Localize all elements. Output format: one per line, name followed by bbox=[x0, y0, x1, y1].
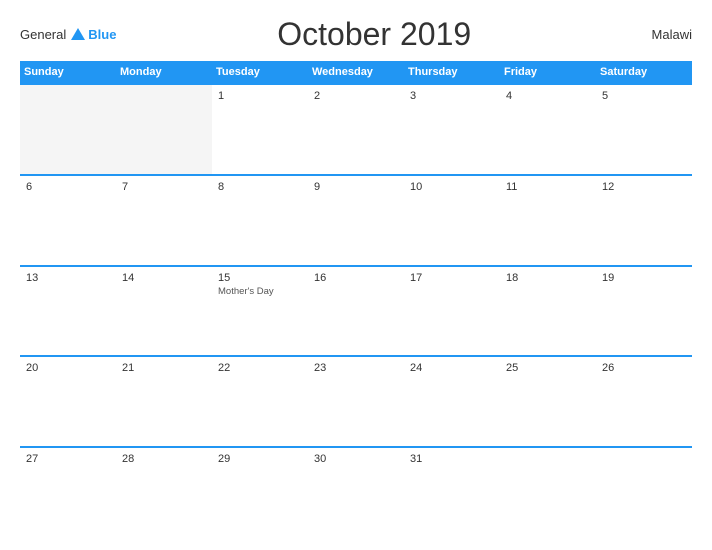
day-number: 15 bbox=[218, 272, 302, 284]
day-number: 22 bbox=[218, 362, 302, 374]
calendar-title: October 2019 bbox=[116, 16, 632, 53]
country-label: Malawi bbox=[632, 27, 692, 42]
header-saturday: Saturday bbox=[596, 61, 692, 84]
logo: General Blue bbox=[20, 27, 116, 42]
day-number: 8 bbox=[218, 181, 302, 193]
logo-triangle-icon bbox=[71, 28, 85, 40]
day-number: 9 bbox=[314, 181, 398, 193]
day-number: 4 bbox=[506, 90, 590, 102]
day-number: 12 bbox=[602, 181, 686, 193]
header-row: Sunday Monday Tuesday Wednesday Thursday… bbox=[20, 61, 692, 84]
day-number: 21 bbox=[122, 362, 206, 374]
day-number: 6 bbox=[26, 181, 110, 193]
calendar-cell: 14 bbox=[116, 266, 212, 357]
calendar-cell: 16 bbox=[308, 266, 404, 357]
calendar-cell: 5 bbox=[596, 84, 692, 175]
calendar-cell: 11 bbox=[500, 175, 596, 266]
calendar-cell: 31 bbox=[404, 447, 500, 538]
day-number: 10 bbox=[410, 181, 494, 193]
calendar-cell: 10 bbox=[404, 175, 500, 266]
day-number: 18 bbox=[506, 272, 590, 284]
day-number: 24 bbox=[410, 362, 494, 374]
day-number: 30 bbox=[314, 453, 398, 465]
calendar-cell: 27 bbox=[20, 447, 116, 538]
day-number: 29 bbox=[218, 453, 302, 465]
header-thursday: Thursday bbox=[404, 61, 500, 84]
calendar-cell: 18 bbox=[500, 266, 596, 357]
calendar-cell: 17 bbox=[404, 266, 500, 357]
day-number: 26 bbox=[602, 362, 686, 374]
day-number: 27 bbox=[26, 453, 110, 465]
header-friday: Friday bbox=[500, 61, 596, 84]
header-tuesday: Tuesday bbox=[212, 61, 308, 84]
top-bar: General Blue October 2019 Malawi bbox=[20, 16, 692, 53]
calendar-cell bbox=[596, 447, 692, 538]
day-number: 14 bbox=[122, 272, 206, 284]
calendar-cell: 20 bbox=[20, 356, 116, 447]
calendar-cell: 25 bbox=[500, 356, 596, 447]
day-number: 23 bbox=[314, 362, 398, 374]
calendar-cell: 13 bbox=[20, 266, 116, 357]
calendar-page: General Blue October 2019 Malawi Sunday … bbox=[0, 0, 712, 550]
logo-general: General bbox=[20, 27, 66, 42]
calendar-cell: 22 bbox=[212, 356, 308, 447]
calendar-cell: 30 bbox=[308, 447, 404, 538]
calendar-cell: 2 bbox=[308, 84, 404, 175]
day-number: 3 bbox=[410, 90, 494, 102]
calendar-cell: 7 bbox=[116, 175, 212, 266]
day-number: 16 bbox=[314, 272, 398, 284]
day-number: 17 bbox=[410, 272, 494, 284]
calendar-cell bbox=[20, 84, 116, 175]
header-sunday: Sunday bbox=[20, 61, 116, 84]
calendar-cell: 29 bbox=[212, 447, 308, 538]
calendar-cell: 3 bbox=[404, 84, 500, 175]
calendar-cell: 26 bbox=[596, 356, 692, 447]
day-number: 19 bbox=[602, 272, 686, 284]
calendar-cell bbox=[500, 447, 596, 538]
day-number: 28 bbox=[122, 453, 206, 465]
calendar-week-1: 12345 bbox=[20, 84, 692, 175]
day-number: 25 bbox=[506, 362, 590, 374]
calendar-cell: 15 Mother's Day bbox=[212, 266, 308, 357]
holiday-label: Mother's Day bbox=[218, 286, 302, 297]
calendar-cell: 21 bbox=[116, 356, 212, 447]
day-number: 31 bbox=[410, 453, 494, 465]
day-number: 5 bbox=[602, 90, 686, 102]
calendar-cell: 28 bbox=[116, 447, 212, 538]
calendar-week-5: 27 28 29 30 31 bbox=[20, 447, 692, 538]
day-number: 1 bbox=[218, 90, 302, 102]
calendar-cell: 8 bbox=[212, 175, 308, 266]
day-number: 7 bbox=[122, 181, 206, 193]
logo-blue: Blue bbox=[88, 27, 116, 42]
calendar-cell: 24 bbox=[404, 356, 500, 447]
header-monday: Monday bbox=[116, 61, 212, 84]
calendar-cell: 12 bbox=[596, 175, 692, 266]
calendar-table: Sunday Monday Tuesday Wednesday Thursday… bbox=[20, 61, 692, 538]
calendar-cell: 23 bbox=[308, 356, 404, 447]
day-number: 2 bbox=[314, 90, 398, 102]
calendar-cell bbox=[116, 84, 212, 175]
calendar-week-2: 6789 10 11 12 bbox=[20, 175, 692, 266]
header-wednesday: Wednesday bbox=[308, 61, 404, 84]
day-number: 13 bbox=[26, 272, 110, 284]
calendar-week-4: 20 21 22 23 24 25 26 bbox=[20, 356, 692, 447]
day-number: 20 bbox=[26, 362, 110, 374]
day-number: 11 bbox=[506, 181, 590, 193]
calendar-cell: 1 bbox=[212, 84, 308, 175]
calendar-week-3: 13 14 15 Mother's Day 16 17 18 19 bbox=[20, 266, 692, 357]
calendar-cell: 9 bbox=[308, 175, 404, 266]
calendar-cell: 6 bbox=[20, 175, 116, 266]
calendar-cell: 19 bbox=[596, 266, 692, 357]
calendar-cell: 4 bbox=[500, 84, 596, 175]
